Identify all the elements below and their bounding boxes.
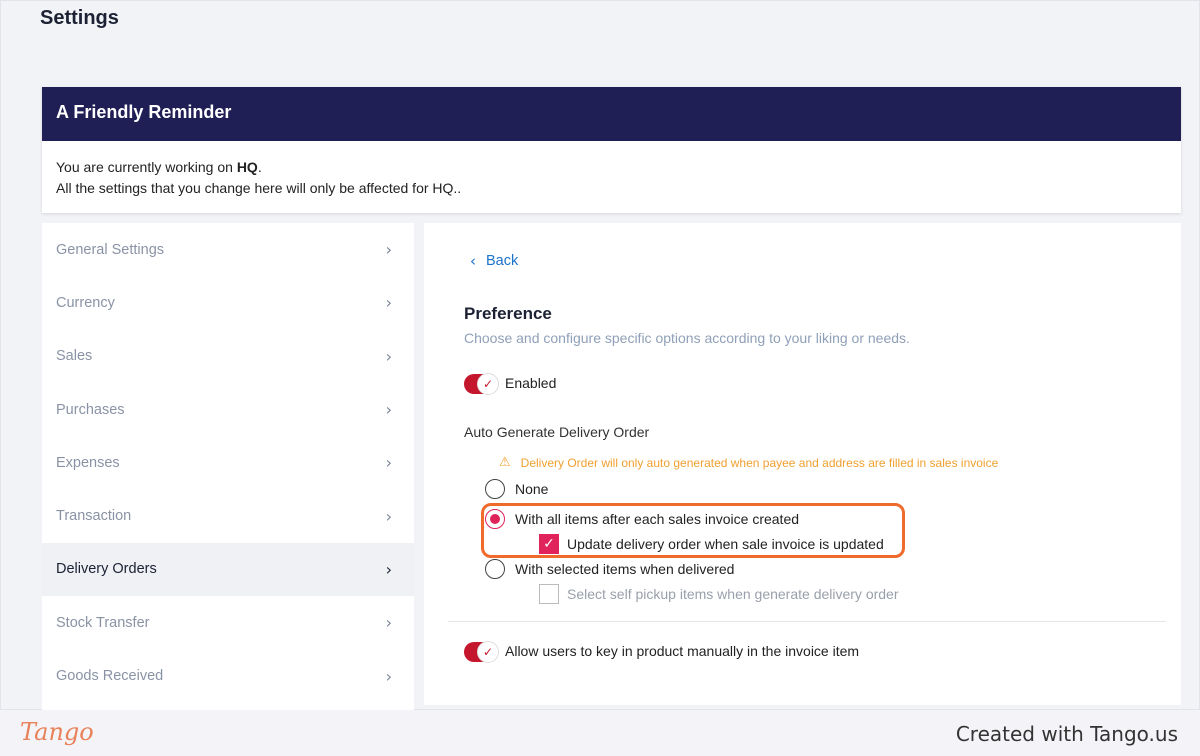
chevron-right-icon: ›: [385, 240, 392, 260]
warning-text: Delivery Order will only auto generated …: [520, 455, 999, 470]
check-icon: ✓: [477, 373, 499, 395]
chevron-right-icon: ›: [385, 559, 392, 579]
sidebar-item-general-settings[interactable]: General Settings ›: [42, 223, 414, 276]
manual-product-toggle-label: Allow users to key in product manually i…: [505, 643, 860, 659]
radio-with-selected-items[interactable]: With selected items when delivered: [485, 559, 734, 579]
reminder-line-2: All the settings that you change here wi…: [56, 180, 462, 196]
enabled-toggle[interactable]: ✓: [464, 373, 499, 395]
sidebar-item-label: General Settings: [56, 241, 165, 258]
reminder-body: You are currently working on HQ. All the…: [42, 141, 1181, 199]
update-delivery-checkbox[interactable]: ✓ Update delivery order when sale invoic…: [539, 534, 884, 554]
enabled-toggle-label: Enabled: [505, 375, 557, 391]
reminder-title: A Friendly Reminder: [42, 87, 1181, 141]
chevron-right-icon: ›: [385, 613, 392, 633]
tango-logo: Tango: [20, 718, 94, 746]
checkbox-label: Select self pickup items when generate d…: [567, 586, 899, 602]
preference-panel: ‹ Back Preference Choose and configure s…: [424, 223, 1181, 705]
self-pickup-checkbox[interactable]: Select self pickup items when generate d…: [539, 584, 899, 604]
created-with-text: Created with Tango.us: [955, 722, 1178, 746]
footer: Tango Created with Tango.us: [0, 710, 1200, 756]
sidebar-item-transaction[interactable]: Transaction ›: [42, 489, 414, 542]
back-button[interactable]: ‹ Back: [470, 252, 518, 270]
sidebar-item-label: Sales: [56, 348, 93, 365]
preference-subtitle: Choose and configure specific options ac…: [464, 330, 910, 346]
radio-circle: [485, 509, 505, 529]
divider: [448, 621, 1166, 622]
checkbox-label: Update delivery order when sale invoice …: [567, 536, 884, 552]
preference-title: Preference: [464, 304, 552, 323]
chevron-right-icon: ›: [385, 506, 392, 526]
chevron-right-icon: ›: [385, 400, 392, 420]
sidebar-item-goods-received[interactable]: Goods Received ›: [42, 649, 414, 702]
radio-label: With selected items when delivered: [515, 561, 735, 577]
warning-icon: ⚠: [499, 455, 511, 470]
reminder-card: A Friendly Reminder You are currently wo…: [42, 87, 1181, 213]
checkbox-check-icon: ✓: [539, 534, 559, 554]
reminder-branch: HQ: [236, 159, 258, 175]
radio-label: With all items after each sales invoice …: [515, 511, 800, 527]
sidebar-item-label: Goods Received: [56, 668, 164, 685]
chevron-right-icon: ›: [385, 453, 392, 473]
sidebar-item-delivery-orders[interactable]: Delivery Orders ›: [42, 542, 414, 597]
back-label: Back: [486, 253, 519, 269]
sidebar-item-label: Expenses: [56, 454, 120, 471]
radio-circle: [485, 479, 505, 499]
page-frame: Settings A Friendly Reminder You are cur…: [0, 0, 1200, 711]
sidebar-item-stock-transfer[interactable]: Stock Transfer ›: [42, 596, 414, 649]
reminder-line-1-prefix: You are currently working on: [56, 159, 237, 175]
page-title: Settings: [40, 7, 119, 29]
chevron-right-icon: ›: [385, 293, 392, 313]
radio-none[interactable]: None: [485, 479, 548, 499]
radio-with-all-items[interactable]: With all items after each sales invoice …: [485, 509, 799, 529]
sidebar-item-currency[interactable]: Currency ›: [42, 276, 414, 329]
radio-label: None: [515, 481, 549, 497]
sidebar-item-label: Transaction: [56, 508, 132, 525]
radio-circle: [485, 559, 505, 579]
sidebar-item-label: Currency: [56, 294, 115, 311]
reminder-line-1-suffix: .: [257, 159, 262, 175]
auto-generate-label: Auto Generate Delivery Order: [464, 424, 650, 440]
chevron-left-icon: ‹: [470, 252, 476, 270]
reminder-line-1: You are currently working on HQ.: [56, 157, 1167, 178]
sidebar-item-label: Delivery Orders: [56, 561, 157, 578]
sidebar-item-label: Stock Transfer: [56, 614, 150, 631]
sidebar-item-label: Purchases: [56, 401, 125, 418]
auto-generate-warning: ⚠ Delivery Order will only auto generate…: [499, 455, 998, 470]
checkbox-box: [539, 584, 559, 604]
sidebar-item-expenses[interactable]: Expenses ›: [42, 436, 414, 489]
chevron-right-icon: ›: [385, 346, 392, 366]
check-icon: ✓: [477, 641, 499, 663]
settings-sidebar: General Settings › Currency › Sales › Purch…: [42, 223, 414, 711]
sidebar-item-purchases[interactable]: Purchases ›: [42, 383, 414, 436]
manual-product-toggle[interactable]: ✓: [464, 641, 499, 663]
chevron-right-icon: ›: [385, 666, 392, 686]
sidebar-item-sales[interactable]: Sales ›: [42, 330, 414, 383]
